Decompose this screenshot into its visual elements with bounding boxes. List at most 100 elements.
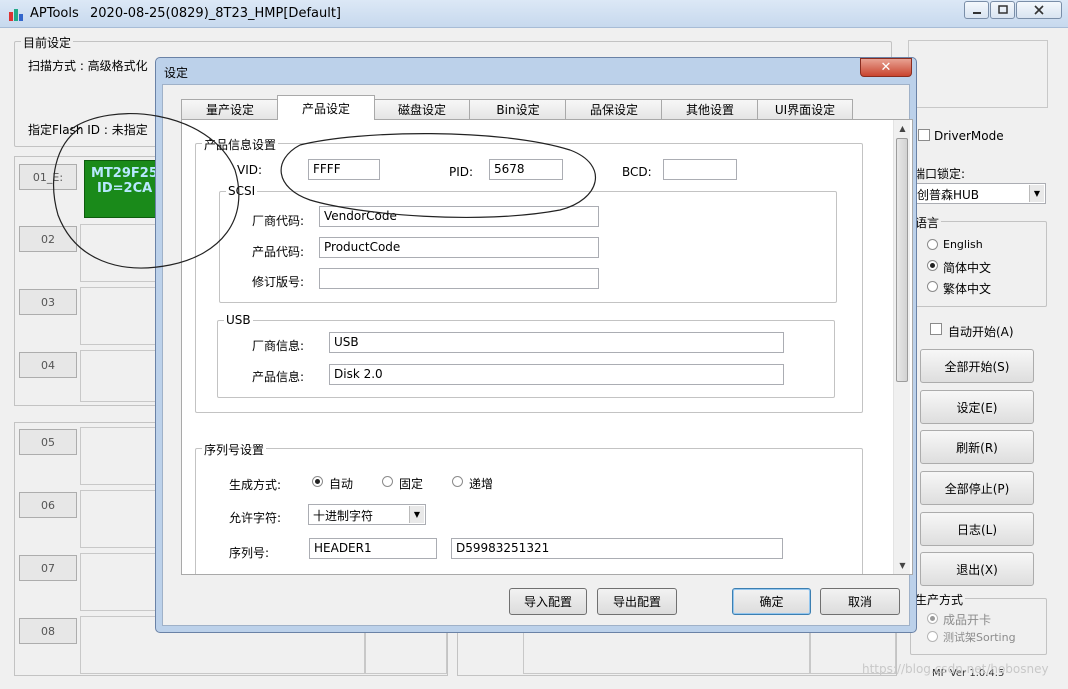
scroll-thumb[interactable] bbox=[896, 138, 908, 382]
bcd-input[interactable] bbox=[663, 159, 737, 180]
port-label: 03 bbox=[41, 295, 55, 309]
port-label: 08 bbox=[41, 624, 55, 638]
chip-line-2: ID=2CA bbox=[97, 181, 153, 196]
dialog-close-button[interactable]: ✕ bbox=[860, 58, 912, 77]
scsi-vendor-label: 厂商代码: bbox=[252, 214, 305, 228]
vid-input[interactable]: FFFF bbox=[308, 159, 380, 180]
auto-start-checkbox[interactable] bbox=[930, 323, 942, 335]
port-button-07[interactable]: 07 bbox=[19, 555, 77, 581]
serial-header-input[interactable]: HEADER1 bbox=[309, 538, 437, 559]
exit-button[interactable]: 退出(X) bbox=[920, 552, 1034, 586]
tab-bin-settings[interactable]: Bin设定 bbox=[469, 99, 567, 119]
minimize-button[interactable] bbox=[964, 1, 989, 19]
driver-mode-label: DriverMode bbox=[934, 129, 1004, 143]
port-button-01[interactable]: 01_E: bbox=[19, 164, 77, 190]
button-label: 导出配置 bbox=[612, 595, 661, 609]
driver-mode-checkbox[interactable] bbox=[918, 129, 930, 141]
pid-label: PID: bbox=[449, 165, 474, 179]
port-label: 04 bbox=[41, 358, 55, 372]
tab-disk-settings[interactable]: 磁盘设定 bbox=[373, 99, 471, 119]
import-config-button[interactable]: 导入配置 bbox=[509, 588, 587, 615]
main-close-button[interactable] bbox=[1016, 1, 1062, 19]
tab-page-product: 产品信息设置 VID: FFFF PID: 5678 BCD: SCSI 厂商代… bbox=[181, 119, 913, 575]
chip-line-1: MT29F25 bbox=[91, 166, 158, 181]
radio-serial-increment[interactable] bbox=[452, 476, 463, 487]
production-title: 生产方式 bbox=[913, 591, 966, 608]
usb-vendor-label: 厂商信息: bbox=[252, 339, 305, 353]
usb-vendor-value: USB bbox=[334, 335, 359, 349]
main-titlebar: APTools 2020-08-25(0829)_8T23_HMP[Defaul… bbox=[0, 0, 1068, 28]
radio-serial-auto[interactable] bbox=[312, 476, 323, 487]
port-panel-06 bbox=[80, 490, 160, 548]
radio-simplified-chinese[interactable] bbox=[927, 260, 938, 271]
tab-label: 量产设定 bbox=[205, 103, 254, 117]
maximize-button[interactable] bbox=[990, 1, 1015, 19]
port-button-05[interactable]: 05 bbox=[19, 429, 77, 455]
scsi-revision-label: 修订版号: bbox=[252, 275, 305, 289]
button-label: 导入配置 bbox=[523, 595, 572, 609]
app-icon bbox=[9, 9, 23, 21]
button-label: 刷新(R) bbox=[956, 440, 998, 455]
scroll-down-icon[interactable]: ▼ bbox=[897, 558, 908, 572]
scsi-revision-input[interactable] bbox=[319, 268, 599, 289]
serial-fixed-label: 固定 bbox=[399, 477, 424, 491]
chevron-down-icon: ▼ bbox=[409, 506, 424, 523]
auto-start-label: 自动开始(A) bbox=[948, 325, 1014, 339]
port-lock-select[interactable]: 创普森HUB ▼ bbox=[912, 183, 1046, 204]
radio-english[interactable] bbox=[927, 239, 938, 250]
radio-serial-fixed[interactable] bbox=[382, 476, 393, 487]
serial-number-label: 序列号: bbox=[229, 546, 270, 560]
serial-header-value: HEADER1 bbox=[314, 541, 372, 555]
log-button[interactable]: 日志(L) bbox=[920, 512, 1034, 546]
ok-button[interactable]: 确定 bbox=[732, 588, 811, 615]
scsi-product-input[interactable]: ProductCode bbox=[319, 237, 599, 258]
tab-other-settings[interactable]: 其他设置 bbox=[661, 99, 759, 119]
port-button-02[interactable]: 02 bbox=[19, 226, 77, 252]
settings-button[interactable]: 设定(E) bbox=[920, 390, 1034, 424]
usb-title: USB bbox=[224, 313, 253, 327]
port-button-06[interactable]: 06 bbox=[19, 492, 77, 518]
tab-product-settings[interactable]: 产品设定 bbox=[277, 95, 375, 120]
serial-value-input[interactable]: D59983251321 bbox=[451, 538, 783, 559]
tab-mass-production[interactable]: 量产设定 bbox=[181, 99, 279, 119]
preview-box bbox=[908, 40, 1048, 108]
serial-title: 序列号设置 bbox=[202, 441, 267, 458]
chevron-down-icon: ▼ bbox=[1029, 185, 1044, 202]
vid-label: VID: bbox=[237, 163, 263, 177]
tab-qa-settings[interactable]: 品保设定 bbox=[565, 99, 663, 119]
pid-input[interactable]: 5678 bbox=[489, 159, 563, 180]
flash-id-text: 指定Flash ID : 未指定 bbox=[28, 123, 148, 137]
refresh-button[interactable]: 刷新(R) bbox=[920, 430, 1034, 464]
cancel-button[interactable]: 取消 bbox=[820, 588, 900, 615]
port-panel-02 bbox=[80, 224, 160, 282]
scsi-vendor-input[interactable]: VendorCode bbox=[319, 206, 599, 227]
app-subtitle: 2020-08-25(0829)_8T23_HMP[Default] bbox=[90, 6, 342, 21]
dialog-title: 设定 bbox=[164, 66, 189, 80]
port-button-03[interactable]: 03 bbox=[19, 289, 77, 315]
port-label: 01_E: bbox=[32, 170, 64, 184]
stop-all-button[interactable]: 全部停止(P) bbox=[920, 471, 1034, 505]
language-title: 语言 bbox=[913, 214, 942, 231]
dialog-client: 量产设定 产品设定 磁盘设定 Bin设定 品保设定 其他设置 UI界面设定 产品… bbox=[162, 84, 913, 626]
tab-label: UI界面设定 bbox=[774, 103, 836, 117]
radio-sorting[interactable] bbox=[927, 631, 938, 642]
usb-product-input[interactable]: Disk 2.0 bbox=[329, 364, 784, 385]
allowed-chars-select[interactable]: 十进制字符 ▼ bbox=[308, 504, 426, 525]
start-all-button[interactable]: 全部开始(S) bbox=[920, 349, 1034, 383]
export-config-button[interactable]: 导出配置 bbox=[597, 588, 677, 615]
usb-vendor-input[interactable]: USB bbox=[329, 332, 784, 353]
radio-finished-card[interactable] bbox=[927, 613, 938, 624]
production-sorting-label: 测试架Sorting bbox=[943, 631, 1016, 644]
port-01-chip: MT29F25 ID=2CA bbox=[84, 160, 160, 218]
tab-page-scrollbar[interactable]: ▲ ▼ bbox=[893, 120, 910, 574]
port-button-04[interactable]: 04 bbox=[19, 352, 77, 378]
tab-ui-settings[interactable]: UI界面设定 bbox=[757, 99, 853, 119]
scsi-vendor-value: VendorCode bbox=[324, 209, 397, 223]
vid-value: FFFF bbox=[313, 162, 341, 176]
close-icon bbox=[1034, 5, 1044, 15]
usb-product-label: 产品信息: bbox=[252, 370, 305, 384]
radio-traditional-chinese[interactable] bbox=[927, 281, 938, 292]
bcd-label: BCD: bbox=[622, 165, 652, 179]
port-button-08[interactable]: 08 bbox=[19, 618, 77, 644]
scroll-up-icon[interactable]: ▲ bbox=[897, 121, 908, 135]
